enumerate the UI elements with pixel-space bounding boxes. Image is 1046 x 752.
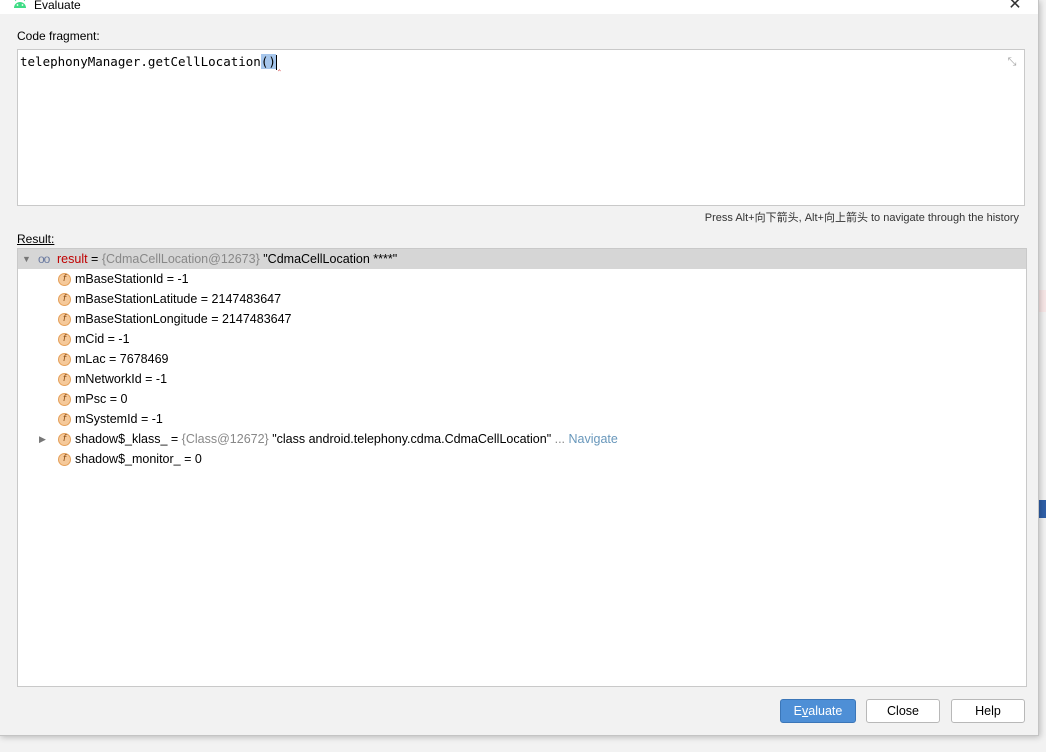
title-bar: Evaluate ✕ [0,0,1038,14]
result-label: Result: [17,232,54,246]
background-ide-strip-2 [1038,500,1046,518]
field-text: mBaseStationLatitude = 2147483647 [75,292,282,306]
field-icon: f [58,353,71,366]
field-icon: f [58,373,71,386]
result-value: result = {CdmaCellLocation@12673} "CdmaC… [57,252,398,266]
result-label-text: Result: [17,232,55,246]
collapse-icon[interactable]: ⤡ [1006,56,1018,68]
evaluate-dialog: Evaluate ✕ Code fragment: telephonyManag… [0,0,1039,736]
tree-row-field[interactable]: f mBaseStationLatitude = 2147483647 [18,289,1026,309]
android-icon [14,0,26,8]
expand-triangle-icon[interactable]: ▶ [39,429,46,449]
code-parens-highlight: () [260,54,276,69]
tree-row-field[interactable]: f mLac = 7678469 [18,349,1026,369]
error-squiggle-icon: ‸ [277,62,281,72]
close-icon[interactable]: ✕ [1006,0,1024,14]
code-text[interactable]: telephonyManager.getCellLocation() ‸ [20,54,281,72]
result-tree[interactable]: ▼ oo result = {CdmaCellLocation@12673} "… [17,248,1027,687]
expand-triangle-icon[interactable]: ▼ [22,249,31,269]
window-title: Evaluate [34,0,81,12]
field-icon: f [58,313,71,326]
tree-row-field[interactable]: f shadow$_monitor_ = 0 [18,449,1026,469]
field-icon: f [58,333,71,346]
navigate-link[interactable]: Navigate [569,432,618,446]
tree-row-field[interactable]: f mCid = -1 [18,329,1026,349]
field-icon: f [58,293,71,306]
code-value: telephonyManager.getCellLocation [20,54,261,69]
field-text: mNetworkId = -1 [75,372,168,386]
evaluate-button[interactable]: Evaluate [780,699,856,723]
history-hint: Press Alt+向下箭头, Alt+向上箭头 to navigate thr… [704,212,1019,224]
watch-glasses-icon: oo [38,252,50,266]
klass-value: shadow$_klass_ = {Class@12672} "class an… [75,432,618,446]
tree-row-result[interactable]: ▼ oo result = {CdmaCellLocation@12673} "… [18,249,1026,269]
tree-row-field[interactable]: f mBaseStationId = -1 [18,269,1026,289]
field-text: mBaseStationLongitude = 2147483647 [75,312,292,326]
field-icon: f [58,453,71,466]
tree-row-klass[interactable]: ▶ f shadow$_klass_ = {Class@12672} "clas… [18,429,1026,449]
field-icon: f [58,273,71,286]
background-ide-strip-1 [1038,290,1046,312]
tree-row-field[interactable]: f mSystemId = -1 [18,409,1026,429]
field-text: mLac = 7678469 [75,352,169,366]
help-button[interactable]: Help [951,699,1025,723]
field-text: shadow$_monitor_ = 0 [75,452,202,466]
field-text: mSystemId = -1 [75,412,163,426]
field-icon: f [58,413,71,426]
field-icon: f [58,433,71,446]
tree-row-field[interactable]: f mBaseStationLongitude = 2147483647 [18,309,1026,329]
text-caret [275,55,277,70]
field-text: mBaseStationId = -1 [75,272,189,286]
code-fragment-editor[interactable]: telephonyManager.getCellLocation() ‸ ⤡ [17,49,1025,206]
close-button[interactable]: Close [866,699,940,723]
field-icon: f [58,393,71,406]
field-text: mCid = -1 [75,332,130,346]
tree-row-field[interactable]: f mPsc = 0 [18,389,1026,409]
code-fragment-label: Code fragment: [17,29,100,43]
field-text: mPsc = 0 [75,392,128,406]
tree-row-field[interactable]: f mNetworkId = -1 [18,369,1026,389]
